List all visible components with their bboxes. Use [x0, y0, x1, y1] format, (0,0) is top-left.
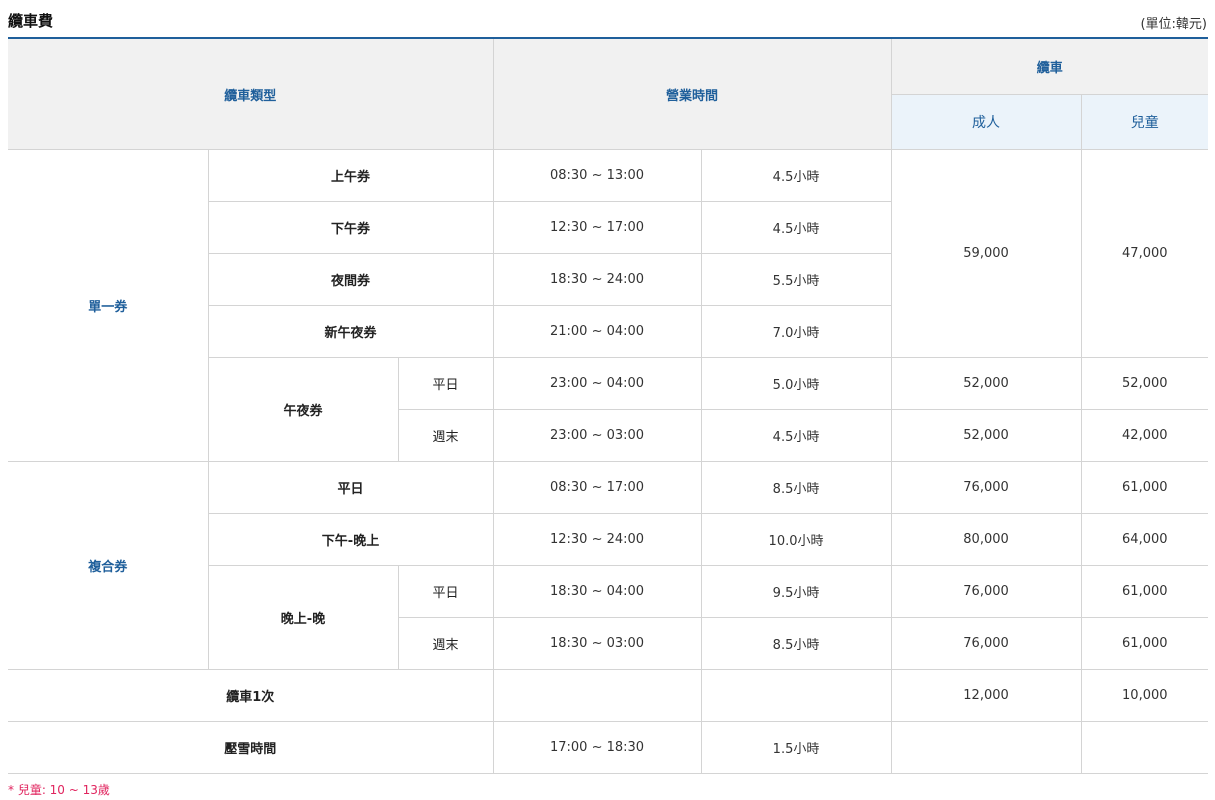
time-cell: 18:30 ~ 04:00 [492, 565, 702, 618]
header-hours: 營業時間 [492, 37, 892, 150]
child-price [1080, 721, 1209, 774]
adult-price: 59,000 [890, 149, 1082, 358]
ticket-label: 午夜券 [208, 357, 399, 462]
duration-cell: 5.0小時 [700, 357, 892, 410]
ticket-label: 夜間券 [208, 253, 494, 306]
time-cell: 18:30 ~ 24:00 [492, 253, 702, 306]
child-price: 61,000 [1080, 565, 1209, 618]
header-child: 兒童 [1080, 94, 1209, 150]
child-price: 52,000 [1080, 357, 1209, 410]
adult-price: 76,000 [890, 565, 1082, 618]
time-cell: 23:00 ~ 03:00 [492, 409, 702, 462]
day-type-label: 平日 [397, 357, 494, 410]
ticket-label: 下午券 [208, 201, 494, 254]
adult-price: 76,000 [890, 461, 1082, 514]
ticket-label: 纜車1次 [8, 669, 494, 722]
child-price: 61,000 [1080, 617, 1209, 670]
child-age-note: * 兒童: 10 ~ 13歲 [8, 783, 110, 797]
ticket-label: 壓雪時間 [8, 721, 494, 774]
day-type-label: 平日 [397, 565, 494, 618]
time-cell: 21:00 ~ 04:00 [492, 305, 702, 358]
duration-cell: 4.5小時 [700, 149, 892, 202]
adult-price [890, 721, 1082, 774]
adult-price: 52,000 [890, 357, 1082, 410]
child-price: 61,000 [1080, 461, 1209, 514]
header-type: 纜車類型 [8, 37, 494, 150]
table-row: 複合券 平日 08:30 ~ 17:00 8.5小時 76,000 61,000 [8, 461, 1209, 670]
duration-cell: 1.5小時 [700, 721, 892, 774]
ticket-label: 下午-晚上 [208, 513, 494, 566]
table-row: 單一券 上午券 08:30 ~ 13:00 4.5小時 59,000 47,00… [8, 149, 1209, 462]
duration-cell: 4.5小時 [700, 201, 892, 254]
duration-cell: 8.5小時 [700, 461, 892, 514]
time-cell: 12:30 ~ 24:00 [492, 513, 702, 566]
ticket-label: 平日 [207, 461, 494, 514]
ticket-label: 新午夜券 [208, 305, 494, 358]
time-cell: 18:30 ~ 03:00 [492, 617, 702, 670]
child-price: 10,000 [1080, 669, 1209, 722]
group-single: 單一券 [8, 149, 209, 462]
header-cable: 纜車 [890, 37, 1209, 95]
page-title: 纜車費 [8, 12, 54, 30]
time-cell [492, 669, 702, 722]
child-price: 64,000 [1080, 513, 1209, 566]
adult-price: 52,000 [890, 409, 1082, 462]
table-row: 纜車1次 12,000 10,000 [8, 669, 1209, 722]
duration-cell [700, 669, 892, 722]
time-cell: 08:30 ~ 17:00 [492, 461, 702, 514]
day-type-label: 週末 [398, 617, 494, 670]
day-type-label: 週末 [398, 409, 494, 462]
time-cell: 23:00 ~ 04:00 [492, 357, 702, 410]
unit-label: (單位:韓元) [1140, 17, 1207, 32]
ticket-label: 晚上-晚 [208, 565, 399, 670]
duration-cell: 5.5小時 [700, 253, 892, 306]
adult-price: 12,000 [890, 669, 1082, 722]
fare-table: 纜車類型 營業時間 纜車 成人 兒童 單一券 上午券 08:30 ~ 13:00… [8, 37, 1209, 774]
child-price: 47,000 [1080, 149, 1209, 358]
adult-price: 80,000 [890, 513, 1082, 566]
time-cell: 17:00 ~ 18:30 [492, 721, 702, 774]
duration-cell: 10.0小時 [700, 513, 892, 566]
ticket-label: 上午券 [207, 149, 494, 202]
header-adult: 成人 [891, 94, 1082, 150]
table-row: 壓雪時間 17:00 ~ 18:30 1.5小時 [8, 721, 1209, 774]
duration-cell: 4.5小時 [700, 409, 892, 462]
time-cell: 08:30 ~ 13:00 [492, 149, 702, 202]
time-cell: 12:30 ~ 17:00 [492, 201, 702, 254]
duration-cell: 8.5小時 [700, 617, 892, 670]
child-price: 42,000 [1080, 409, 1209, 462]
adult-price: 76,000 [890, 617, 1082, 670]
duration-cell: 7.0小時 [700, 305, 892, 358]
group-combo: 複合券 [8, 461, 209, 670]
duration-cell: 9.5小時 [700, 565, 892, 618]
